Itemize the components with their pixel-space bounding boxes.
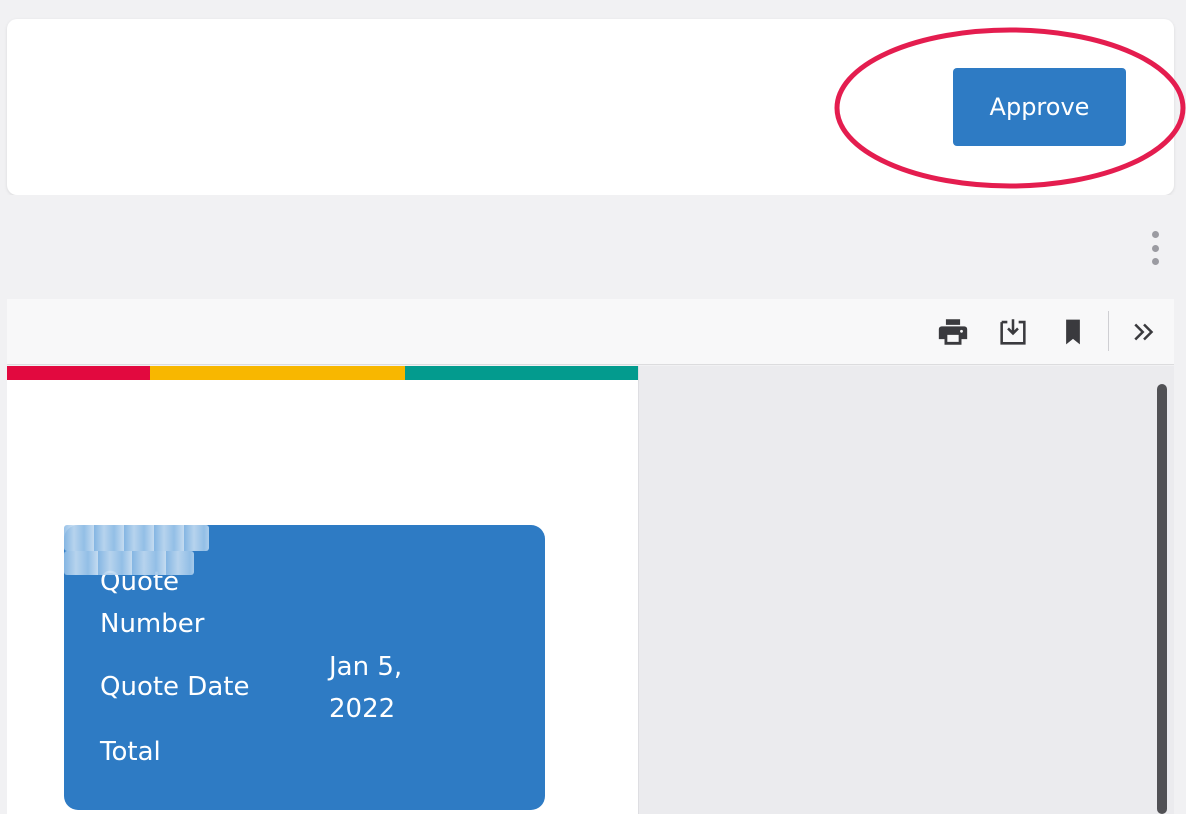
color-stripe-yellow bbox=[150, 366, 405, 380]
print-icon[interactable] bbox=[934, 314, 972, 350]
quote-date-label: Quote Date bbox=[100, 672, 250, 702]
approve-button[interactable]: Approve bbox=[953, 68, 1126, 146]
color-stripe-teal bbox=[405, 366, 638, 380]
toolbar-divider bbox=[1108, 311, 1109, 351]
document-side-panel bbox=[638, 366, 1174, 814]
color-stripe-red bbox=[7, 366, 150, 380]
scrollbar[interactable] bbox=[1157, 384, 1167, 814]
actions-strip bbox=[7, 195, 1186, 299]
total-label: Total bbox=[100, 737, 161, 767]
quote-date-value: Jan 5, 2022 bbox=[329, 652, 403, 724]
quote-number-value-redacted bbox=[64, 525, 209, 551]
quote-summary-card: Quote Number Quote Date Jan 5, 2022 Tota… bbox=[64, 525, 545, 810]
more-vertical-icon[interactable] bbox=[1146, 230, 1164, 266]
bookmark-icon[interactable] bbox=[1058, 314, 1088, 350]
download-icon[interactable] bbox=[995, 314, 1031, 350]
double-chevron-right-icon[interactable] bbox=[1124, 314, 1164, 350]
total-value-redacted bbox=[64, 551, 194, 575]
